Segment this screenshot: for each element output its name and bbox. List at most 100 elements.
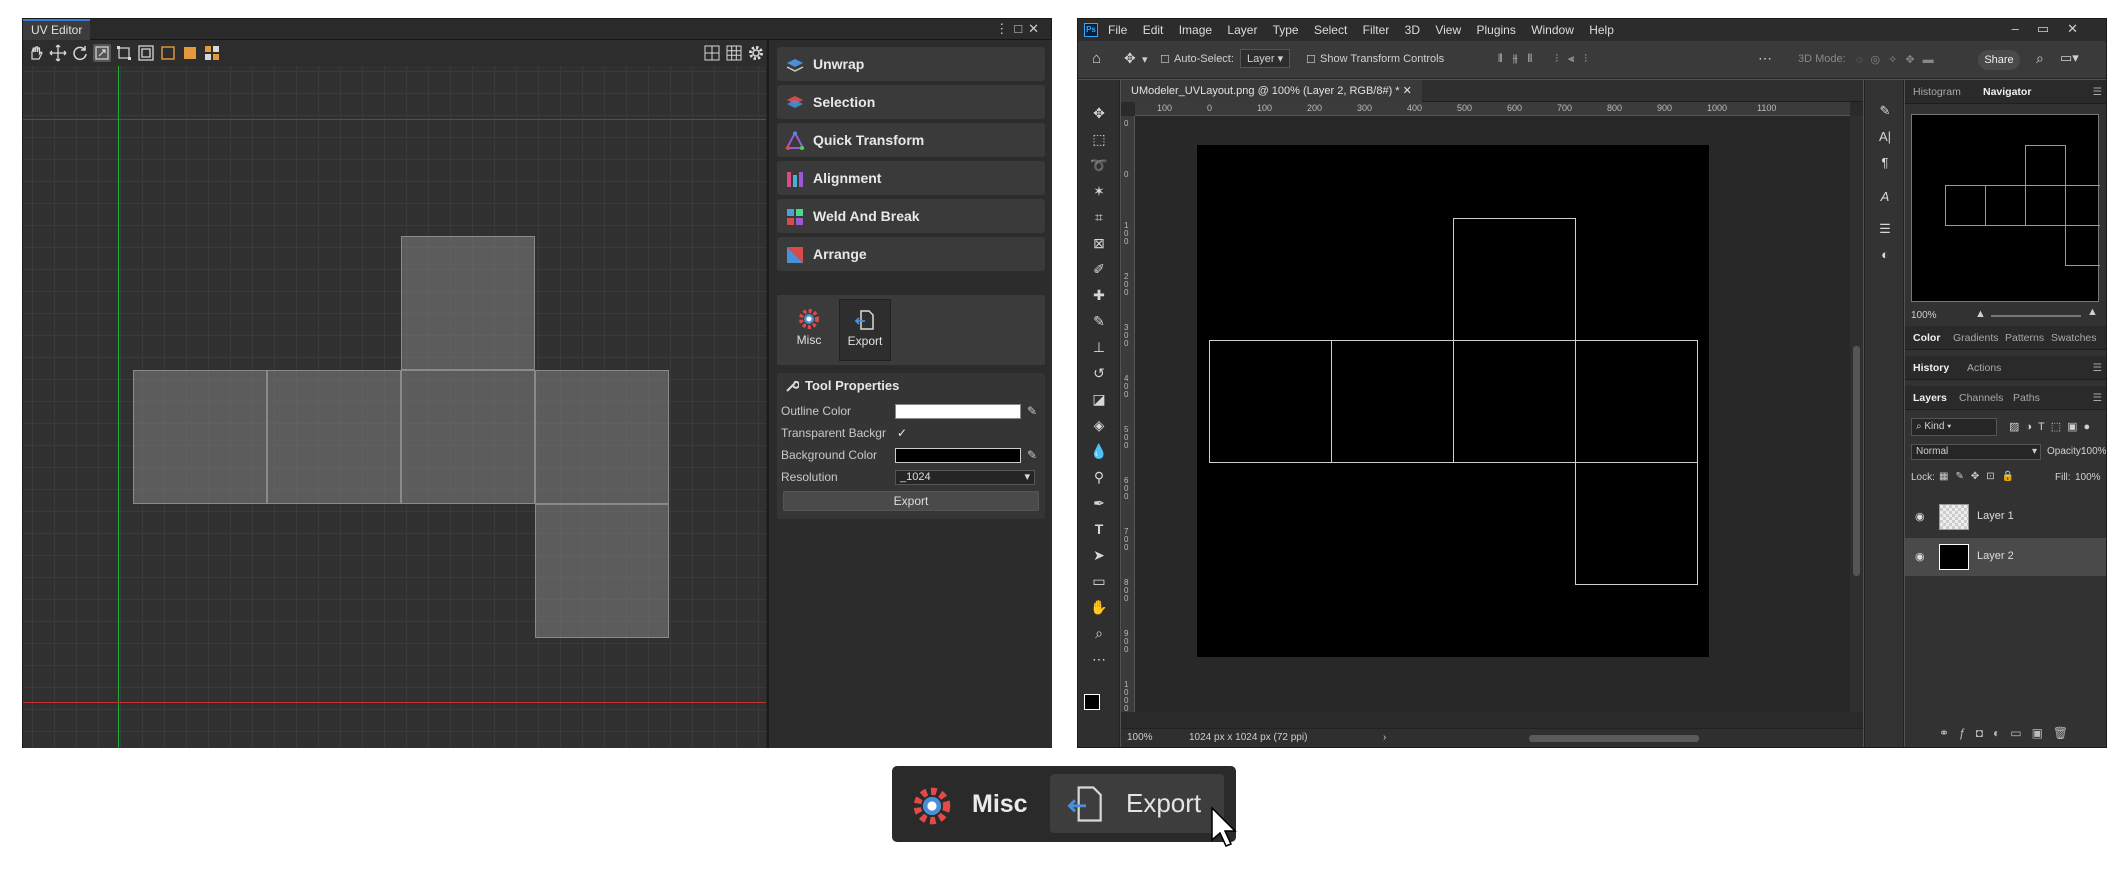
filled-square-icon[interactable] xyxy=(181,44,199,62)
uv-island-face[interactable] xyxy=(401,370,535,504)
panel-menu-icon[interactable]: ☰ xyxy=(2093,392,2102,404)
document-tab[interactable]: UModeler_UVLayout.png @ 100% (Layer 2, R… xyxy=(1121,80,1422,102)
crop-tool-icon[interactable]: ⌗ xyxy=(1090,208,1108,226)
weld-and-break-button[interactable]: Weld And Break xyxy=(777,199,1045,233)
paint-bucket-icon[interactable]: ◈ xyxy=(1090,416,1108,434)
move-tool-icon[interactable]: ✥ xyxy=(1090,104,1108,122)
zoom-in-icon[interactable]: ▲ xyxy=(2087,306,2098,318)
tab-histogram[interactable]: Histogram xyxy=(1913,86,1961,98)
layer-row[interactable]: ◉ Layer 1 xyxy=(1905,498,2106,536)
unwrap-button[interactable]: Unwrap xyxy=(777,47,1045,81)
eraser-tool-icon[interactable]: ◪ xyxy=(1090,390,1108,408)
callout-export-button[interactable]: Export xyxy=(1050,774,1224,833)
menu-window[interactable]: Window xyxy=(1531,23,1574,37)
vertical-scrollbar[interactable] xyxy=(1850,116,1863,712)
type-tool-icon[interactable]: T xyxy=(1090,520,1108,538)
arrange-button[interactable]: Arrange xyxy=(777,237,1045,271)
menu-view[interactable]: View xyxy=(1435,23,1461,37)
uv-island-face[interactable] xyxy=(267,370,401,504)
zoom-tool-icon[interactable]: ⌕ xyxy=(1090,624,1108,642)
opacity-value[interactable]: 100% xyxy=(2081,446,2106,457)
auto-select-checkbox[interactable]: ☐ xyxy=(1160,53,1170,66)
lock-icons[interactable]: ▦✎✥⊡🔒 xyxy=(1939,471,2021,482)
uv-island-face[interactable] xyxy=(401,236,535,370)
menu-layer[interactable]: Layer xyxy=(1227,23,1257,37)
more-options-icon[interactable]: ⋯ xyxy=(1758,50,1772,67)
quick-transform-button[interactable]: Quick Transform xyxy=(777,123,1045,157)
path-selection-icon[interactable]: ➤ xyxy=(1090,546,1108,564)
tab-channels[interactable]: Channels xyxy=(1959,392,2003,404)
tab-actions[interactable]: Actions xyxy=(1967,362,2001,374)
canvas-area[interactable] xyxy=(1135,116,1850,712)
tab-paths[interactable]: Paths xyxy=(2013,392,2040,404)
window-controls[interactable]: ⋮□✕ xyxy=(995,21,1045,37)
dodge-tool-icon[interactable]: ⚲ xyxy=(1090,468,1108,486)
status-zoom[interactable]: 100% xyxy=(1127,729,1153,747)
grid-icon[interactable] xyxy=(725,44,743,62)
document-canvas[interactable] xyxy=(1197,145,1709,657)
horizontal-scroll-thumb[interactable] xyxy=(1529,735,1699,742)
share-button[interactable]: Share xyxy=(1978,50,2020,70)
workspace-icon[interactable]: ▭▾ xyxy=(2060,50,2079,66)
blur-tool-icon[interactable]: 💧 xyxy=(1090,442,1108,460)
uv-island-face[interactable] xyxy=(535,504,669,638)
brush-tool-icon[interactable]: ✎ xyxy=(1090,312,1108,330)
callout-misc-button[interactable]: Misc xyxy=(910,784,1030,825)
pen-tool-icon[interactable]: ✒ xyxy=(1090,494,1108,512)
navigator-preview[interactable] xyxy=(1911,114,2100,302)
menu-filter[interactable]: Filter xyxy=(1363,23,1390,37)
paragraph-icon[interactable]: ¶ xyxy=(1876,154,1894,172)
search-icon[interactable]: ⌕ xyxy=(2036,50,2044,67)
tab-color[interactable]: Color xyxy=(1913,332,1940,344)
tab-patterns[interactable]: Patterns xyxy=(2005,332,2044,344)
eyedropper-icon[interactable]: ✐ xyxy=(1090,260,1108,278)
selection-button[interactable]: Selection xyxy=(777,85,1045,119)
menu-edit[interactable]: Edit xyxy=(1143,23,1164,37)
rotate-tool-icon[interactable] xyxy=(71,44,89,62)
eyedropper-icon[interactable]: ✎ xyxy=(1027,401,1037,421)
brush-settings-icon[interactable]: ✎ xyxy=(1876,102,1894,120)
stamp-tool-icon[interactable]: ⊥ xyxy=(1090,338,1108,356)
tab-swatches[interactable]: Swatches xyxy=(2051,332,2097,344)
glyphs-icon[interactable]: A xyxy=(1876,188,1894,206)
layer-row-selected[interactable]: ◉ Layer 2 xyxy=(1905,538,2106,576)
align-icons[interactable]: ⫴⫵⫴ ⫶⫷⫶ xyxy=(1498,53,1597,66)
menu-help[interactable]: Help xyxy=(1589,23,1614,37)
character-icon[interactable]: A| xyxy=(1876,128,1894,146)
zoom-out-icon[interactable]: ▲ xyxy=(1975,308,1986,320)
home-icon[interactable]: ⌂ xyxy=(1092,50,1101,67)
kind-filter[interactable]: ⌕ Kind ▾ xyxy=(1911,418,1997,436)
visibility-eye-icon[interactable]: ◉ xyxy=(1915,550,1925,563)
visibility-eye-icon[interactable]: ◉ xyxy=(1915,510,1925,523)
frame-icon[interactable] xyxy=(137,44,155,62)
zoom-slider[interactable] xyxy=(1991,315,2081,317)
foreground-color-swatch[interactable] xyxy=(1084,694,1100,710)
misc-button[interactable]: Misc xyxy=(783,299,835,361)
lasso-tool-icon[interactable]: ➰ xyxy=(1090,156,1108,174)
grid-tiles-icon[interactable] xyxy=(203,44,221,62)
tab-layers[interactable]: Layers xyxy=(1913,392,1947,404)
panel-menu-icon[interactable]: ☰ xyxy=(2093,362,2102,374)
marquee-tool-icon[interactable]: ⬚ xyxy=(1090,130,1108,148)
scale-tool-icon[interactable] xyxy=(93,44,111,62)
tab-navigator[interactable]: Navigator xyxy=(1983,86,2031,98)
more-tools-icon[interactable]: ⋯ xyxy=(1090,650,1108,668)
rect-transform-icon[interactable] xyxy=(115,44,133,62)
outline-color-swatch[interactable] xyxy=(895,404,1021,419)
alignment-button[interactable]: Alignment xyxy=(777,161,1045,195)
chevron-down-icon[interactable]: ▾ xyxy=(1142,53,1148,66)
properties-icon[interactable]: ☰ xyxy=(1876,220,1894,238)
move-tool-icon[interactable]: ✥ xyxy=(1124,50,1136,67)
hand-tool-icon[interactable]: ✋ xyxy=(1090,598,1108,616)
export-button[interactable]: Export xyxy=(783,491,1039,511)
tab-gradients[interactable]: Gradients xyxy=(1953,332,1999,344)
menu-plugins[interactable]: Plugins xyxy=(1476,23,1515,37)
blend-mode-dropdown[interactable]: Normal ▾ xyxy=(1911,444,2041,460)
hand-tool-icon[interactable] xyxy=(27,44,45,62)
menu-type[interactable]: Type xyxy=(1273,23,1299,37)
fill-value[interactable]: 100% xyxy=(2075,472,2101,483)
eyedropper-icon[interactable]: ✎ xyxy=(1027,445,1037,465)
menu-3d[interactable]: 3D xyxy=(1405,23,1420,37)
close-icon[interactable]: ✕ xyxy=(1403,85,1412,97)
uv-editor-title[interactable]: UV Editor xyxy=(23,19,91,40)
